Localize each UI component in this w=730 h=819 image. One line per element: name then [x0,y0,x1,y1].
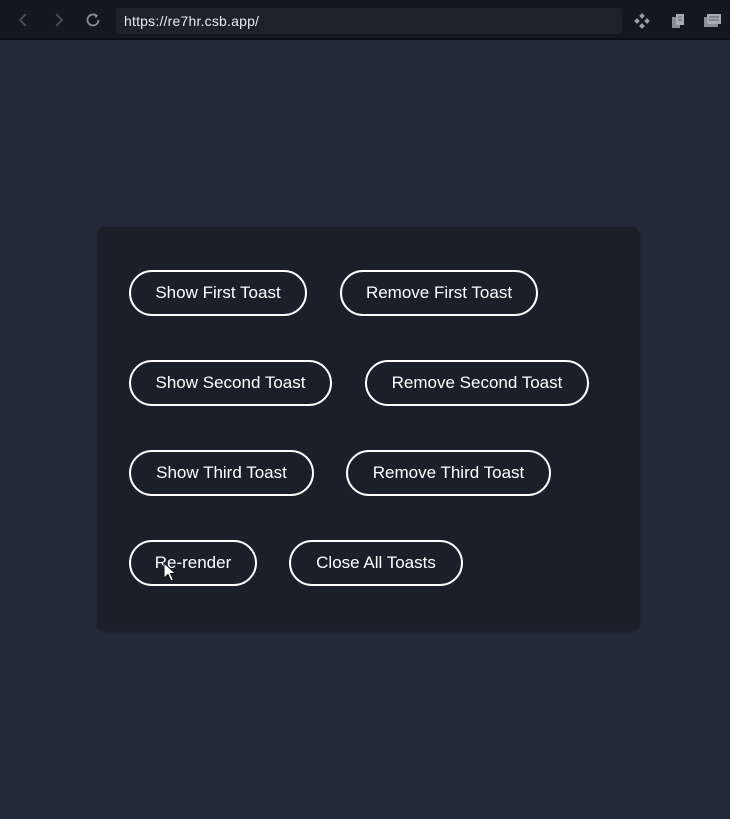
show-first-toast-button[interactable]: Show First Toast [129,270,307,316]
rerender-button[interactable]: Re-render [129,540,257,586]
reload-button[interactable] [81,8,105,32]
address-bar[interactable]: https://re7hr.csb.app/ [116,8,622,34]
remove-third-toast-button[interactable]: Remove Third Toast [346,450,551,496]
chevron-right-icon [55,13,64,27]
toast-controls-card: Show First Toast Remove First Toast Show… [97,227,640,631]
browser-toolbar: https://re7hr.csb.app/ [0,0,730,40]
forward-button[interactable] [46,8,70,32]
remove-second-toast-button[interactable]: Remove Second Toast [365,360,589,406]
remove-first-toast-button[interactable]: Remove First Toast [340,270,538,316]
screen-icon[interactable] [702,11,722,31]
reload-icon [86,13,100,27]
back-button[interactable] [12,8,36,32]
chevron-left-icon [18,13,27,27]
close-all-toasts-button[interactable]: Close All Toasts [289,540,463,586]
puzzle-icon[interactable] [632,11,652,31]
show-second-toast-button[interactable]: Show Second Toast [129,360,332,406]
show-third-toast-button[interactable]: Show Third Toast [129,450,314,496]
page-body: Show First Toast Remove First Toast Show… [0,40,730,819]
book-icon[interactable] [668,11,688,31]
